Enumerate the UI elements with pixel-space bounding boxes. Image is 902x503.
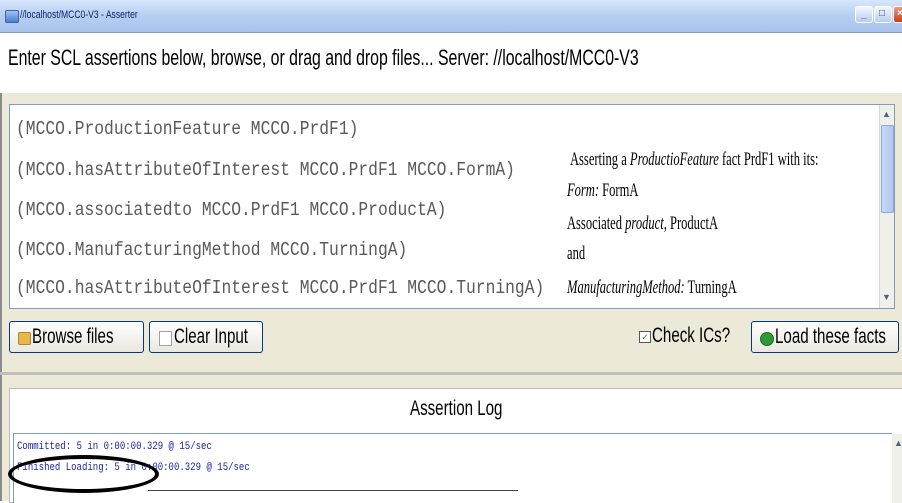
asserter-window: //localhost/MCC0-V3 - Asserter _ □ × Ent… (0, 0, 902, 503)
check-ics-label: Check ICs? (652, 324, 731, 347)
log-title: Assertion Log (10, 389, 902, 429)
check-ics-checkbox[interactable]: ✓ (639, 331, 651, 343)
assertion-line: (MCCO.associatedto MCCO.PrdF1 MCCO.Produ… (16, 199, 447, 221)
assertion-line: (MCCO.hasAttributeOfInterest MCCO.PrdF1 … (16, 159, 515, 181)
app-icon (5, 10, 19, 23)
annotation-line: Form: FormA (567, 180, 638, 202)
scroll-thumb[interactable] (881, 125, 894, 213)
annotation-italic: product, (625, 213, 667, 234)
title-bar[interactable]: //localhost/MCC0-V3 - Asserter _ □ × (0, 0, 902, 33)
annotation-italic: ProductioFeature (629, 149, 719, 170)
annotation-text: TurningA (684, 277, 737, 298)
assertion-line: (MCCO.ManufacturingMethod MCCO.TurningA) (16, 239, 408, 261)
log-title-text: Assertion Log (410, 397, 503, 420)
annotation-line: and (567, 243, 586, 264)
window-title: //localhost/MCC0-V3 - Asserter (20, 9, 138, 21)
annotation-italic: Form: (567, 180, 600, 201)
assertion-line: (MCCO.ProductionFeature MCCO.PrdF1) (16, 118, 359, 140)
toolbar: Browse files Clear Input ✓ Check ICs? Lo… (0, 312, 902, 368)
annotation-line: ManufacturingMethod: TurningA (567, 277, 737, 299)
close-button[interactable]: × (893, 6, 902, 23)
close-icon: × (897, 8, 902, 19)
minimize-button[interactable]: _ (855, 6, 873, 23)
minimize-icon: _ (861, 9, 867, 20)
annotation-text: FormA (599, 180, 639, 201)
log-line: Committed: 5 in 0:00:00.329 @ 15/sec (17, 441, 212, 453)
split-divider[interactable] (0, 372, 902, 375)
scroll-up-icon[interactable]: ▲ (882, 109, 891, 119)
clear-input-button[interactable]: Clear Input (149, 321, 263, 353)
assertion-log-panel: Assertion Log Committed: 5 in 0:00:00.32… (9, 388, 902, 503)
load-facts-label: Load these facts (775, 325, 886, 348)
scroll-down-icon[interactable]: ▼ (882, 292, 891, 302)
load-facts-button[interactable]: Load these facts (751, 321, 899, 353)
annotation-text: ProductA (666, 213, 719, 234)
clear-input-label: Clear Input (174, 325, 248, 348)
assertion-line: (MCCO.hasAttributeOfInterest MCCO.PrdF1 … (16, 277, 545, 299)
left-border (0, 93, 2, 501)
annotation-italic: ManufacturingMethod: (567, 277, 685, 298)
document-icon (159, 331, 172, 346)
folder-icon (18, 332, 31, 345)
highlight-ellipse (8, 455, 159, 493)
annotation-line: Associated product, ProductA (567, 213, 718, 235)
check-circle-icon (760, 332, 774, 346)
prompt-band: Enter SCL assertions below, browse, or d… (0, 33, 902, 93)
underline-mark (148, 490, 518, 491)
scroll-up-icon[interactable]: ▲ (894, 438, 902, 448)
input-scrollbar[interactable]: ▲ ▼ (879, 105, 894, 308)
annotation-text: fact PrdF1 with its: (718, 149, 819, 170)
log-scrollbar[interactable]: ▲ (892, 434, 902, 503)
assertion-input-area[interactable]: (MCCO.ProductionFeature MCCO.PrdF1) (MCC… (9, 104, 895, 309)
annotation-text: Associated (567, 213, 626, 234)
browse-files-label: Browse files (32, 325, 114, 348)
annotation-line: Asserting a ProductioFeature fact PrdF1 … (570, 149, 818, 171)
maximize-icon: □ (879, 8, 886, 19)
browse-files-button[interactable]: Browse files (9, 321, 144, 353)
maximize-button[interactable]: □ (874, 6, 892, 23)
prompt-label: Enter SCL assertions below, browse, or d… (8, 45, 639, 70)
annotation-text: Asserting a (570, 149, 630, 170)
